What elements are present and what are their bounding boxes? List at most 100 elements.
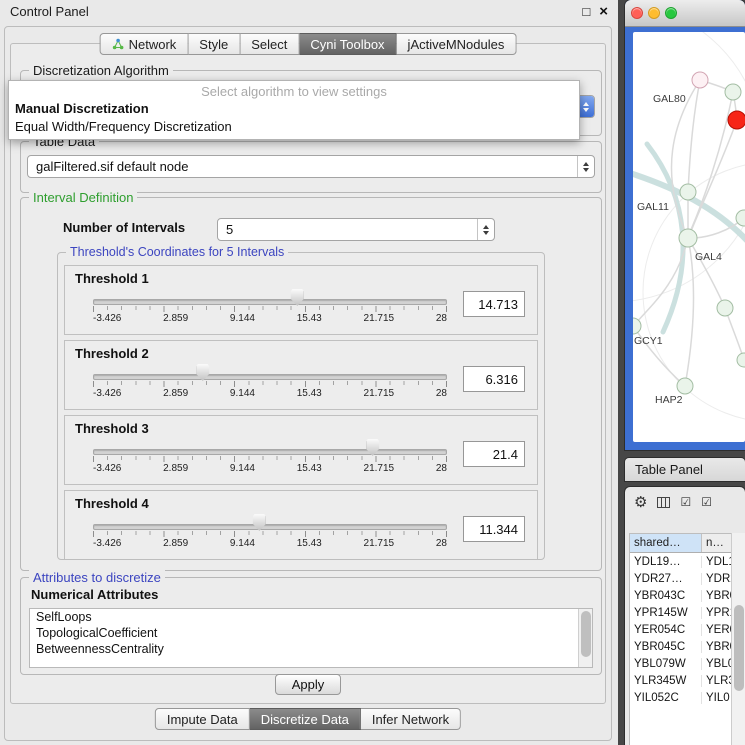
network-node[interactable] (679, 229, 697, 247)
threshold-value-field[interactable]: 6.316 (463, 366, 525, 392)
table-scrollbar[interactable] (731, 533, 745, 745)
scale-label: 21.715 (364, 388, 395, 399)
table-row[interactable]: YPR145WYPR1… (630, 604, 731, 621)
close-traffic-light[interactable] (631, 7, 643, 19)
threshold-slider[interactable]: -3.4262.8599.14415.4321.71528 (91, 361, 449, 403)
bottom-tab-infer-network[interactable]: Infer Network (361, 708, 461, 730)
table-row[interactable]: YER054CYER0… (630, 621, 731, 638)
network-edge (690, 120, 737, 234)
attributes-scrollbar-thumb[interactable] (581, 611, 591, 657)
cell-shared-name: YER054C (630, 624, 702, 636)
slider-thumb[interactable] (291, 289, 304, 306)
minimize-icon[interactable]: □ (582, 5, 590, 18)
scale-label: 2.859 (163, 388, 188, 399)
attribute-list-item[interactable]: SelfLoops (30, 609, 592, 625)
bottom-tab-impute-data[interactable]: Impute Data (155, 708, 250, 730)
network-view-titlebar (625, 0, 745, 27)
tab-jactivemnodules[interactable]: jActiveMNodules (397, 33, 517, 55)
attribute-items: SelfLoopsTopologicalCoefficientBetweenne… (30, 609, 592, 657)
scale-label: 9.144 (230, 388, 255, 399)
threshold-slider[interactable]: -3.4262.8599.14415.4321.71528 (91, 511, 449, 553)
scale-label: 28 (436, 313, 447, 324)
select-none-icon[interactable]: ☑ (701, 496, 712, 508)
columns-icon[interactable] (657, 497, 670, 508)
cell-name: YLR3… (702, 675, 731, 687)
threshold-value-field[interactable]: 14.713 (463, 291, 525, 317)
table-data-combo-stepper (577, 156, 594, 177)
thresholds-group: Threshold's Coordinates for 5 Intervals … (57, 252, 545, 560)
threshold-slider[interactable]: -3.4262.8599.14415.4321.71528 (91, 286, 449, 328)
network-node[interactable] (717, 300, 733, 316)
table-row[interactable]: YBL079WYBL0… (630, 655, 731, 672)
window-title: Control Panel (10, 4, 573, 19)
slider-thumb[interactable] (253, 514, 266, 531)
algorithm-dropdown-list: Manual DiscretizationEqual Width/Frequen… (9, 100, 579, 136)
number-of-intervals-stepper (477, 219, 494, 240)
zoom-traffic-light[interactable] (665, 7, 677, 19)
table-row[interactable]: YLR345WYLR3… (630, 672, 731, 689)
node-label: GAL80 (653, 93, 686, 105)
network-node[interactable] (725, 84, 741, 100)
scale-label: 9.144 (230, 463, 255, 474)
network-node[interactable] (737, 353, 745, 367)
tab-select[interactable]: Select (240, 33, 299, 55)
interval-definition-label: Interval Definition (29, 190, 137, 205)
network-canvas[interactable]: GAL80GAL11GAL4GCY1HAP2 (633, 32, 745, 442)
tab-label: Style (199, 37, 228, 52)
number-of-intervals-label: Number of Intervals (63, 220, 185, 235)
bottom-tab-label: Infer Network (372, 712, 449, 727)
tab-cyni-toolbox[interactable]: Cyni Toolbox (299, 33, 396, 55)
minimize-traffic-light[interactable] (648, 7, 660, 19)
close-icon[interactable]: × (599, 4, 608, 19)
table-row[interactable]: YDL19…YDL1… (630, 553, 731, 570)
network-node[interactable] (692, 72, 708, 88)
slider-scale: -3.4262.8599.14415.4321.71528 (93, 313, 447, 324)
network-node-selected[interactable] (728, 111, 745, 129)
control-panel-window: Control Panel □ × Network Style Select Cyni… (0, 0, 618, 745)
threshold-slider[interactable]: -3.4262.8599.14415.4321.71528 (91, 436, 449, 478)
threshold-body: -3.4262.8599.14415.4321.71528 11.344 (65, 511, 537, 553)
attribute-list-item[interactable]: TopologicalCoefficient (30, 625, 592, 641)
table-row[interactable]: YDR27…YDR2… (630, 570, 731, 587)
slider-thumb-zone (93, 289, 447, 307)
threshold-value-field[interactable]: 21.4 (463, 441, 525, 467)
table-data-combo[interactable]: galFiltered.sif default node (27, 155, 595, 178)
number-of-intervals-combo[interactable]: 5 (217, 218, 495, 241)
slider-scale: -3.4262.8599.14415.4321.71528 (93, 388, 447, 399)
thresholds-zone: Threshold 1-3.4262.8599.14415.4321.71528… (58, 253, 544, 559)
table-panel-window: ⚙ ☑ ☑ shared…n… YDL19…YDL1…YDR27…YDR2…YB… (625, 487, 745, 745)
table-row[interactable]: YBR045CYBR0… (630, 638, 731, 655)
table-row[interactable]: YBR043CYBR0… (630, 587, 731, 604)
threshold-panel: Threshold 2-3.4262.8599.14415.4321.71528… (64, 340, 538, 410)
bottom-tab-discretize-data[interactable]: Discretize Data (250, 708, 361, 730)
select-all-icon[interactable]: ☑ (680, 496, 691, 508)
network-node[interactable] (680, 184, 696, 200)
attribute-list-item[interactable]: BetweennessCentrality (30, 641, 592, 657)
tab-network[interactable]: Network (100, 33, 189, 55)
table-row[interactable]: YIL052CYIL0… (630, 689, 731, 706)
cell-shared-name: YPR145W (630, 607, 702, 619)
scale-label: 9.144 (230, 538, 255, 549)
cell-name: YIL0… (702, 692, 731, 704)
attributes-scrollbar[interactable] (578, 609, 592, 667)
dropdown-item-1[interactable]: Manual Discretization (9, 100, 579, 118)
network-icon (112, 38, 125, 50)
dropdown-item-2[interactable]: Equal Width/Frequency Discretization (9, 118, 579, 136)
tab-style[interactable]: Style (188, 33, 240, 55)
table-toolbar: ⚙ ☑ ☑ (625, 487, 745, 517)
network-node[interactable] (677, 378, 693, 394)
column-header-1[interactable]: shared… (630, 534, 702, 552)
apply-button[interactable]: Apply (275, 674, 341, 695)
table-scrollbar-thumb[interactable] (734, 605, 744, 691)
threshold-value-field[interactable]: 11.344 (463, 516, 525, 542)
slider-thumb[interactable] (196, 364, 209, 381)
slider-thumb[interactable] (366, 439, 379, 456)
cell-name: YDR2… (702, 573, 731, 585)
tab-label: Cyni Toolbox (310, 37, 384, 52)
network-node[interactable] (633, 318, 641, 334)
control-panel-titlebar: Control Panel □ × (0, 0, 618, 22)
column-header-2[interactable]: n… (702, 534, 731, 552)
gear-icon[interactable]: ⚙ (634, 495, 647, 510)
numerical-attributes-list[interactable]: SelfLoopsTopologicalCoefficientBetweenne… (29, 608, 593, 668)
top-tab-bar: Network Style Select Cyni Toolbox jActiveMNo… (100, 33, 517, 55)
